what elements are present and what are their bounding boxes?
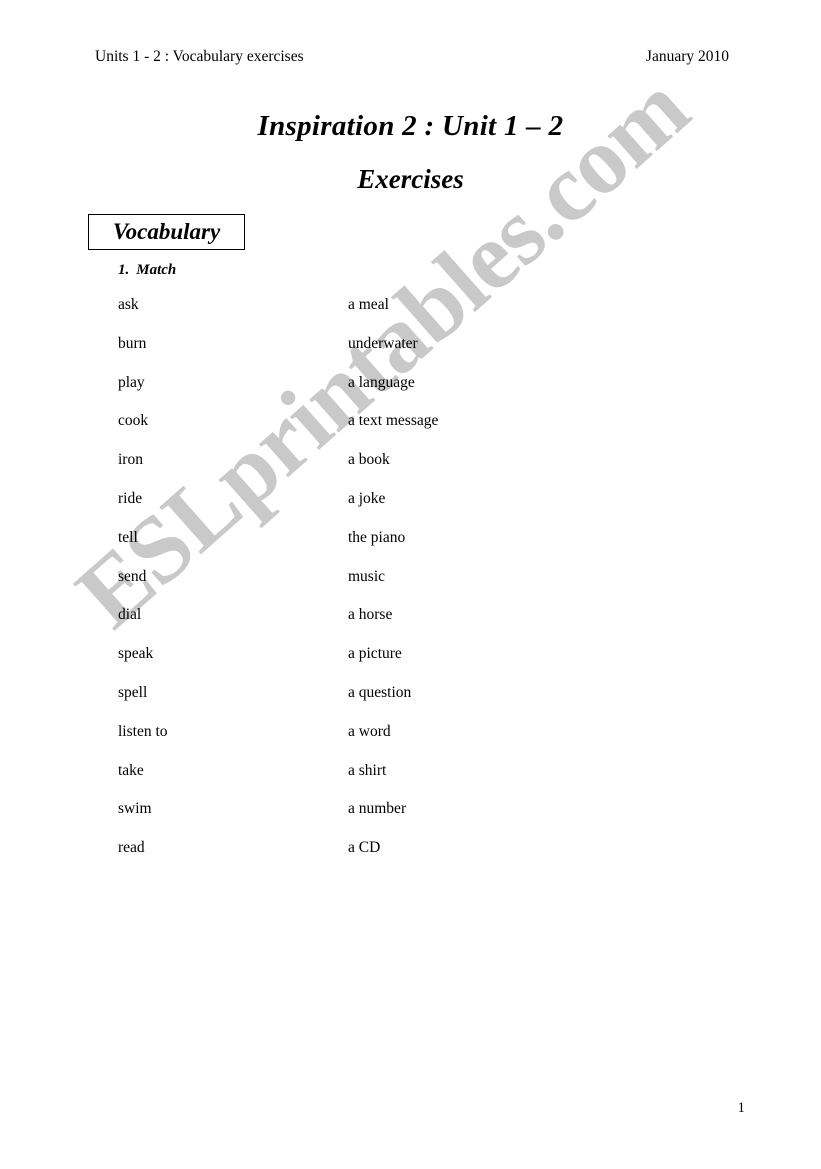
match-object[interactable]: a number	[348, 800, 406, 818]
match-object[interactable]: underwater	[348, 335, 418, 353]
match-object[interactable]: a language	[348, 374, 415, 392]
match-row: cook a text message	[118, 412, 678, 451]
match-row: send music	[118, 568, 678, 607]
worksheet-page: ESLprintables.com Units 1 - 2 : Vocabula…	[0, 0, 821, 1169]
match-row: tell the piano	[118, 529, 678, 568]
match-object[interactable]: a joke	[348, 490, 385, 508]
match-object[interactable]: a book	[348, 451, 390, 469]
match-row: listen to a word	[118, 723, 678, 762]
match-row: play a language	[118, 374, 678, 413]
header-left-text: Units 1 - 2 : Vocabulary exercises	[95, 48, 304, 65]
page-title: Inspiration 2 : Unit 1 – 2	[257, 110, 564, 142]
page-header: Units 1 - 2 : Vocabulary exercises Janua…	[95, 48, 729, 66]
section-heading-box: Vocabulary	[88, 214, 245, 250]
match-verb[interactable]: swim	[118, 800, 152, 818]
match-row: spell a question	[118, 684, 678, 723]
match-verb[interactable]: tell	[118, 529, 138, 547]
match-row: read a CD	[118, 839, 678, 878]
match-verb[interactable]: listen to	[118, 723, 168, 741]
match-object[interactable]: a picture	[348, 645, 402, 663]
match-row: ask a meal	[118, 296, 678, 335]
match-verb[interactable]: cook	[118, 412, 148, 430]
match-object[interactable]: the piano	[348, 529, 405, 547]
match-object[interactable]: a CD	[348, 839, 380, 857]
exercise-title: Match	[136, 262, 177, 278]
match-row: take a shirt	[118, 762, 678, 801]
match-verb[interactable]: dial	[118, 606, 141, 624]
match-verb[interactable]: ride	[118, 490, 142, 508]
match-row: ride a joke	[118, 490, 678, 529]
match-verb[interactable]: spell	[118, 684, 147, 702]
match-exercise-list: ask a meal burn underwater play a language coo…	[118, 296, 678, 878]
match-verb[interactable]: burn	[118, 335, 146, 353]
page-subtitle: Exercises	[357, 164, 464, 194]
page-number: 1	[737, 1100, 746, 1116]
match-row: dial a horse	[118, 606, 678, 645]
match-row: speak a picture	[118, 645, 678, 684]
match-verb[interactable]: read	[118, 839, 145, 857]
match-row: burn underwater	[118, 335, 678, 374]
match-verb[interactable]: send	[118, 568, 146, 586]
match-verb[interactable]: play	[118, 374, 145, 392]
match-verb[interactable]: ask	[118, 296, 139, 314]
match-verb[interactable]: take	[118, 762, 144, 780]
match-row: swim a number	[118, 800, 678, 839]
section-heading-label: Vocabulary	[112, 218, 221, 244]
match-verb[interactable]: speak	[118, 645, 153, 663]
match-object[interactable]: a question	[348, 684, 411, 702]
exercise-number: 1.	[118, 262, 130, 278]
header-date-text: January 2010	[645, 48, 729, 65]
exercise-heading: 1. Match	[118, 262, 176, 279]
match-object[interactable]: music	[348, 568, 385, 586]
match-object[interactable]: a horse	[348, 606, 392, 624]
match-object[interactable]: a meal	[348, 296, 389, 314]
match-object[interactable]: a word	[348, 723, 391, 741]
match-object[interactable]: a text message	[348, 412, 438, 430]
match-object[interactable]: a shirt	[348, 762, 386, 780]
match-verb[interactable]: iron	[118, 451, 143, 469]
match-row: iron a book	[118, 451, 678, 490]
